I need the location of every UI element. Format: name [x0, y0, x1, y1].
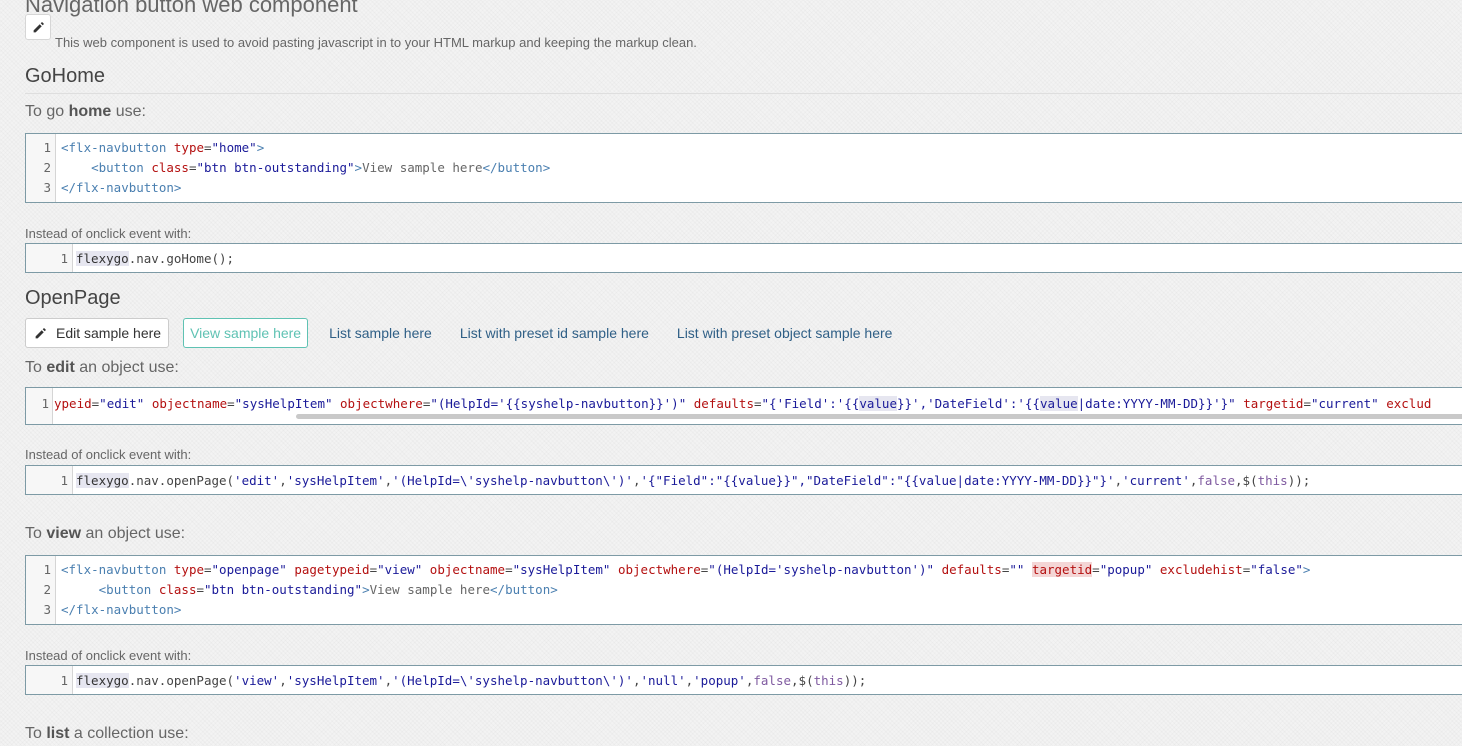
line-number: 2: [43, 582, 51, 597]
edit-instead-label: Instead of onclick event with:: [25, 447, 192, 462]
line-gutter: 1: [26, 244, 73, 272]
page-title: Navigation button web component: [25, 0, 358, 17]
edit-code-block[interactable]: 1 ypeid="edit" objectname="sysHelpItem" …: [25, 387, 1462, 425]
divider: [25, 93, 1462, 94]
line-number: 1: [60, 673, 68, 688]
list-preset-id-link[interactable]: List with preset id sample here: [460, 325, 649, 341]
line-gutter: 1: [26, 388, 53, 424]
line-number: 3: [43, 602, 51, 617]
edit-sample-button[interactable]: Edit sample here: [25, 318, 170, 348]
line-number: 1: [43, 140, 51, 155]
edit-sample-label: Edit sample here: [56, 325, 162, 341]
code-line: ypeid="edit" objectname="sysHelpItem" ob…: [54, 396, 1432, 411]
pencil-icon: [35, 327, 46, 338]
view-intro: To view an object use:: [25, 525, 186, 542]
line-gutter: 1 2 3: [26, 134, 56, 202]
gohome-js-block[interactable]: 1 flexygo.nav.goHome();: [25, 243, 1462, 273]
line-gutter: 1: [26, 466, 73, 494]
line-number: 3: [43, 180, 51, 195]
code-line: flexygo.nav.openPage('edit','sysHelpItem…: [76, 473, 1311, 488]
view-instead-label: Instead of onclick event with:: [25, 648, 192, 663]
line-gutter: 1: [26, 666, 73, 694]
list-sample-link[interactable]: List sample here: [329, 325, 432, 341]
line-number: 1: [60, 473, 68, 488]
view-js-block[interactable]: 1 flexygo.nav.openPage('view','sysHelpIt…: [25, 665, 1462, 695]
gohome-heading: GoHome: [25, 65, 106, 87]
edit-js-block[interactable]: 1 flexygo.nav.openPage('edit','sysHelpIt…: [25, 465, 1462, 495]
view-code-block[interactable]: 1 2 3 <flx-navbutton type="openpage" pag…: [25, 555, 1462, 625]
horizontal-scrollbar[interactable]: [296, 414, 1462, 419]
openpage-heading: OpenPage: [25, 287, 121, 309]
code-line: <button class="btn btn-outstanding">View…: [91, 160, 551, 175]
view-sample-button[interactable]: View sample here: [183, 318, 309, 348]
pencil-icon: [33, 21, 44, 32]
openpage-button-row: Edit sample here View sample here List s…: [25, 318, 920, 348]
line-gutter: 1 2 3: [26, 556, 56, 624]
edit-page-button[interactable]: [25, 14, 51, 40]
line-number: 1: [60, 251, 68, 266]
list-intro: To list a collection use:: [25, 725, 189, 742]
code-line: <button class="btn btn-outstanding">View…: [98, 582, 558, 597]
page-subtitle: This web component is used to avoid past…: [55, 35, 697, 50]
code-line: flexygo.nav.openPage('view','sysHelpItem…: [76, 673, 867, 688]
code-line: </flx-navbutton>: [61, 180, 182, 195]
code-line: flexygo.nav.goHome();: [76, 251, 235, 266]
line-number: 1: [43, 562, 51, 577]
gohome-code-block[interactable]: 1 2 3 <flx-navbutton type="home"> <butto…: [25, 133, 1462, 203]
code-line: <flx-navbutton type="openpage" pagetypei…: [61, 562, 1311, 577]
code-line: <flx-navbutton type="home">: [61, 140, 265, 155]
list-preset-object-link[interactable]: List with preset object sample here: [677, 325, 893, 341]
view-sample-label: View sample here: [190, 325, 302, 341]
line-number: 1: [41, 396, 49, 411]
gohome-intro: To go home use:: [25, 103, 146, 120]
code-line: </flx-navbutton>: [61, 602, 182, 617]
edit-intro: To edit an object use:: [25, 359, 179, 376]
line-number: 2: [43, 160, 51, 175]
gohome-instead-label: Instead of onclick event with:: [25, 226, 192, 241]
